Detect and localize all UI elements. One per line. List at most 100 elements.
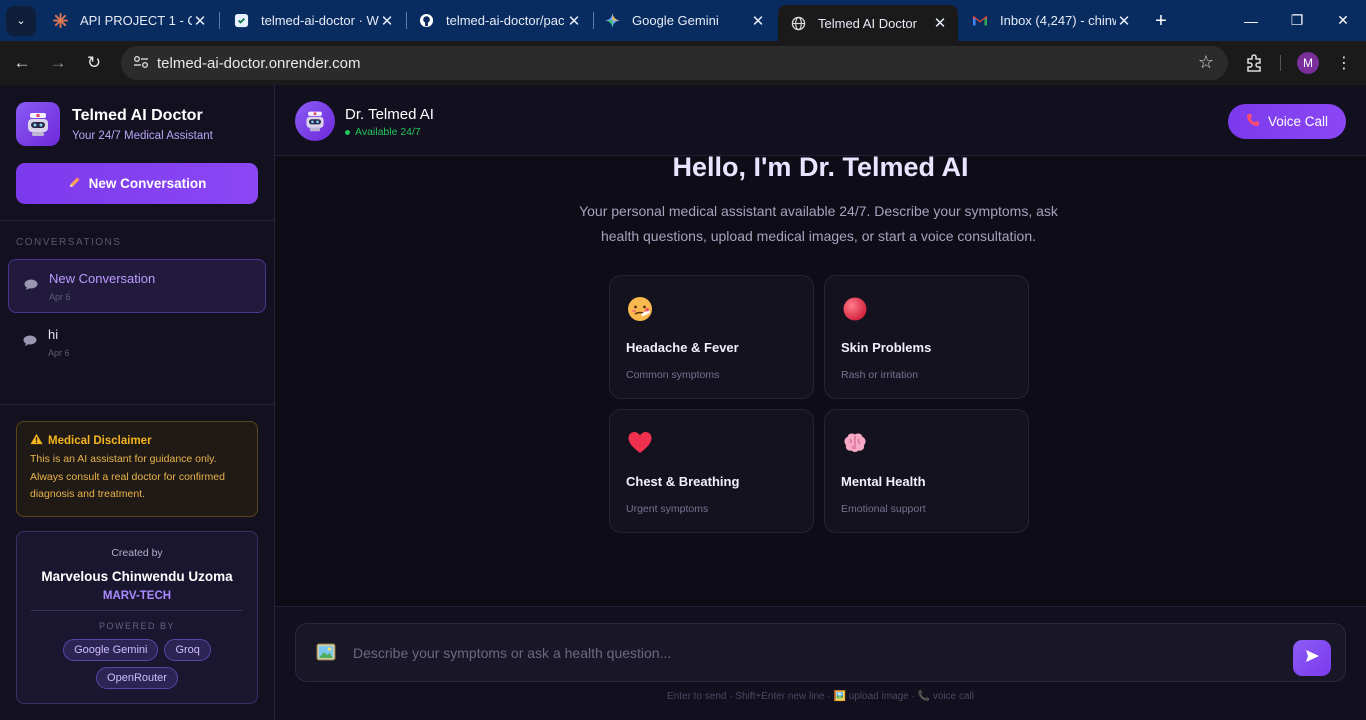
browser-menu-icon[interactable]: ⋮ <box>1330 49 1358 77</box>
globe-icon <box>790 15 806 31</box>
chat-bubble-icon <box>24 279 38 294</box>
tab-title: Inbox (4,247) - chinwe <box>1000 13 1116 28</box>
forward-button[interactable]: → <box>44 49 72 77</box>
message-input[interactable] <box>353 642 1273 664</box>
sidebar: Telmed AI Doctor Your 24/7 Medical Assis… <box>0 85 275 720</box>
status-text: Available 24/7 <box>355 126 421 138</box>
render-icon <box>233 13 249 29</box>
conversation-date: Apr 6 <box>48 347 70 358</box>
quick-topic-card[interactable]: Skin Problems Rash or irritation <box>824 275 1029 399</box>
conversation-title: hi <box>48 326 59 342</box>
created-by-label: Created by <box>111 547 163 559</box>
tab-title: telmed-ai-doctor · W <box>261 13 379 28</box>
new-conversation-label: New Conversation <box>88 176 207 191</box>
chat-bubble-icon <box>23 335 37 350</box>
bookmark-star-icon[interactable]: ☆ <box>1198 52 1214 73</box>
browser-tab-gemini[interactable]: Google Gemini ✕ <box>592 5 776 36</box>
tab-title: telmed-ai-doctor/pac <box>446 13 565 28</box>
voice-call-label: Voice Call <box>1267 114 1329 129</box>
heart-icon <box>627 430 653 456</box>
new-conversation-button[interactable]: New Conversation <box>16 163 258 204</box>
online-dot-icon <box>345 129 350 135</box>
card-title: Skin Problems <box>841 340 932 355</box>
tab-title: Telmed AI Doctor <box>818 15 917 31</box>
send-button[interactable] <box>1293 640 1331 676</box>
phone-icon <box>1246 113 1260 130</box>
red-circle-icon <box>842 296 868 322</box>
close-icon[interactable]: ✕ <box>1116 12 1132 30</box>
conversation-date: Apr 6 <box>49 291 71 302</box>
card-subtitle: Common symptoms <box>626 369 720 381</box>
close-icon[interactable]: ✕ <box>750 12 766 30</box>
url-text: telmed-ai-doctor.onrender.com <box>157 54 361 72</box>
input-hint: Enter to send · Shift+Enter new line · 🖼… <box>667 691 974 702</box>
tab-title: API PROJECT 1 - Claud <box>80 13 192 28</box>
close-icon[interactable]: ✕ <box>192 12 208 30</box>
conversation-item[interactable]: hi Apr 6 <box>8 315 266 369</box>
medical-disclaimer: Medical Disclaimer This is an AI assista… <box>16 421 258 517</box>
provider-chip-gemini: Google Gemini <box>63 639 159 661</box>
card-subtitle: Urgent symptoms <box>626 503 709 515</box>
chat-panel: Dr. Telmed AI Available 24/7 Voice Call … <box>275 85 1366 720</box>
back-button[interactable]: ← <box>8 49 36 77</box>
close-icon[interactable]: ✕ <box>932 14 948 32</box>
browser-toolbar: ← → ↻ telmed-ai-doctor.onrender.com ☆ M … <box>0 41 1366 85</box>
close-icon[interactable]: ✕ <box>379 12 395 30</box>
intro-text: Your personal medical assistant availabl… <box>579 203 1058 244</box>
address-bar[interactable]: telmed-ai-doctor.onrender.com ☆ <box>121 46 1228 80</box>
browser-tab-github[interactable]: telmed-ai-doctor/pac ✕ <box>406 5 592 36</box>
tab-search-button[interactable]: ⌄ <box>6 5 36 36</box>
sick-face-icon <box>627 296 653 322</box>
chat-header: Dr. Telmed AI Available 24/7 Voice Call <box>275 85 1366 156</box>
browser-tab-gmail[interactable]: Inbox (4,247) - chinwe ✕ <box>960 5 1142 36</box>
close-icon[interactable]: ✕ <box>566 12 582 30</box>
brand: Telmed AI Doctor Your 24/7 Medical Assis… <box>16 102 213 146</box>
robot-doctor-icon <box>16 102 60 146</box>
window-close-button[interactable]: ✕ <box>1320 0 1366 41</box>
quick-topic-card[interactable]: Headache & Fever Common symptoms <box>609 275 814 399</box>
author-name: Marvelous Chinwendu Uzoma <box>41 569 233 584</box>
card-subtitle: Emotional support <box>841 503 926 515</box>
card-title: Mental Health <box>841 474 926 489</box>
github-icon <box>418 13 434 29</box>
provider-chip-openrouter: OpenRouter <box>96 667 178 689</box>
powered-by-label: POWERED BY <box>98 621 175 631</box>
brain-icon <box>842 430 868 456</box>
new-tab-button[interactable]: + <box>1148 8 1174 34</box>
disclaimer-title: Medical Disclaimer <box>48 434 152 447</box>
conversation-item[interactable]: New Conversation Apr 6 <box>8 259 266 313</box>
site-info-icon[interactable] <box>133 55 155 72</box>
minimize-button[interactable]: — <box>1228 0 1274 41</box>
author-org: MARV-TECH <box>102 590 172 602</box>
extensions-icon[interactable] <box>1240 49 1268 77</box>
restore-button[interactable]: ❐ <box>1274 0 1320 41</box>
doctor-name: Dr. Telmed AI <box>345 106 434 123</box>
profile-avatar[interactable]: M <box>1294 49 1322 77</box>
claude-icon <box>52 13 68 29</box>
image-upload-icon[interactable] <box>316 643 338 663</box>
status-indicator: Available 24/7 <box>345 126 421 138</box>
conversation-title: New Conversation <box>49 270 156 286</box>
brand-subtitle: Your 24/7 Medical Assistant <box>72 129 213 142</box>
browser-tab-render[interactable]: telmed-ai-doctor · W ✕ <box>221 5 405 36</box>
card-subtitle: Rash or irritation <box>841 369 919 381</box>
disclaimer-body: This is an AI assistant for guidance onl… <box>30 453 225 500</box>
credits-card: Created by Marvelous Chinwendu Uzoma MAR… <box>16 531 258 704</box>
message-composer <box>295 623 1346 682</box>
send-arrow-icon <box>1305 649 1320 667</box>
provider-chip-groq: Groq <box>164 639 211 661</box>
browser-tab-bar: ⌄ API PROJECT 1 - Claud ✕ telmed-ai-doct… <box>0 0 1366 41</box>
quick-topic-card[interactable]: Chest & Breathing Urgent symptoms <box>609 409 814 533</box>
doctor-avatar <box>295 101 335 141</box>
gmail-icon <box>972 13 988 29</box>
browser-tab-telmed[interactable]: Telmed AI Doctor ✕ <box>778 5 958 41</box>
conversations-heading: CONVERSATIONS <box>16 237 122 248</box>
voice-call-button[interactable]: Voice Call <box>1228 104 1346 139</box>
gemini-icon <box>604 13 620 29</box>
brand-title: Telmed AI Doctor <box>72 106 203 124</box>
tab-title: Google Gemini <box>632 13 719 28</box>
quick-topic-card[interactable]: Mental Health Emotional support <box>824 409 1029 533</box>
browser-tab-claude[interactable]: API PROJECT 1 - Claud ✕ <box>40 5 218 36</box>
reload-button[interactable]: ↻ <box>80 49 108 77</box>
warning-icon <box>30 433 43 448</box>
